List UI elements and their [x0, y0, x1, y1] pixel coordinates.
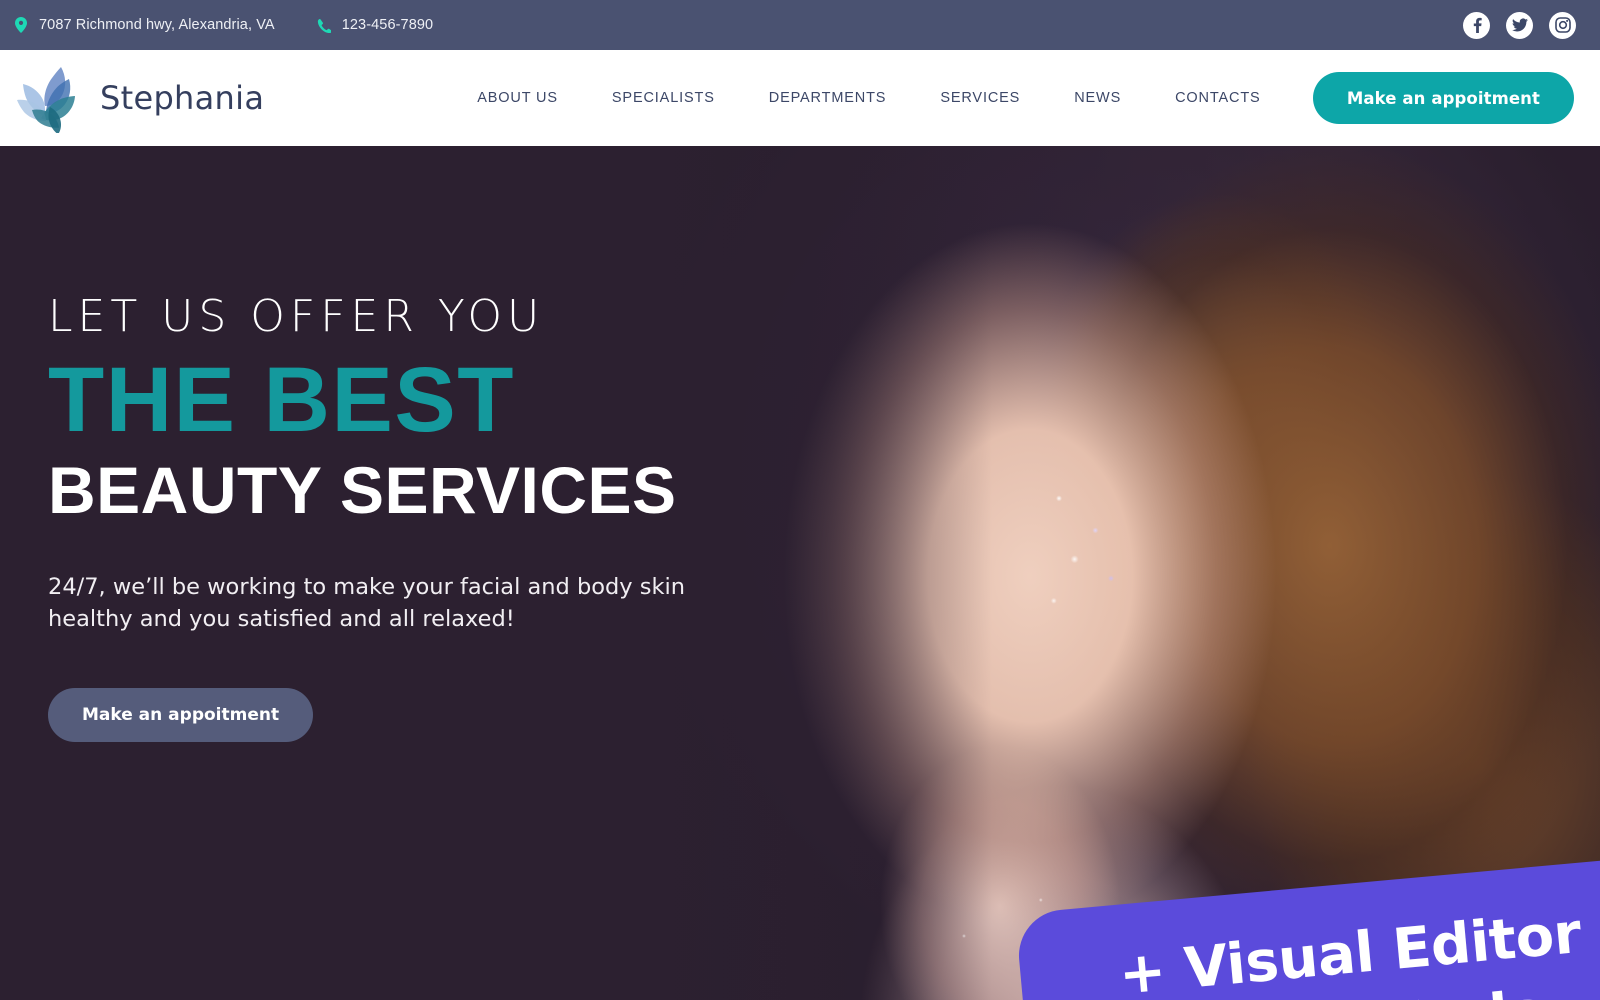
nav-link-departments[interactable]: DEPARTMENTS — [742, 80, 914, 116]
nav-link-about-us[interactable]: ABOUT US — [450, 80, 585, 116]
hero-make-appointment-button[interactable]: Make an appoitment — [48, 687, 314, 742]
phone-text: 123-456-7890 — [341, 17, 434, 33]
instagram-icon[interactable] — [1549, 11, 1576, 39]
phone-item[interactable]: 123-456-7890 — [317, 16, 434, 34]
facebook-icon[interactable] — [1463, 11, 1490, 39]
location-pin-icon — [14, 16, 28, 34]
address-item[interactable]: 7087 Richmond hwy, Alexandria, VA — [14, 16, 275, 34]
phone-icon — [317, 16, 331, 34]
address-text: 7087 Richmond hwy, Alexandria, VA — [39, 17, 275, 33]
twitter-icon[interactable] — [1506, 11, 1533, 39]
main-navigation-bar: Stephania ABOUT US SPECIALISTS DEPARTMEN… — [0, 50, 1600, 146]
brand-logo-link[interactable]: Stephania — [14, 63, 265, 135]
lotus-flower-logo-icon — [14, 63, 86, 135]
page-root: 7087 Richmond hwy, Alexandria, VA 123-45… — [0, 0, 1600, 1000]
social-links — [1463, 11, 1576, 39]
hero-subtitle: 24/7, we’ll be working to make your faci… — [48, 574, 686, 632]
nav-link-contacts[interactable]: CONTACTS — [1148, 80, 1287, 116]
top-contact-bar: 7087 Richmond hwy, Alexandria, VA 123-45… — [0, 0, 1600, 50]
top-contact-group: 7087 Richmond hwy, Alexandria, VA 123-45… — [14, 16, 433, 34]
header-make-appointment-button[interactable]: Make an appoitment — [1312, 72, 1574, 124]
hero-accent-headline: THE BEST — [48, 349, 515, 452]
brand-name: Stephania — [100, 79, 265, 117]
nav-links: ABOUT US SPECIALISTS DEPARTMENTS SERVICE… — [450, 80, 1287, 116]
nav-link-specialists[interactable]: SPECIALISTS — [585, 80, 742, 116]
hero-copy-block: LET US OFFER YOU THE BEST BEAUTY SERVICE… — [48, 291, 808, 742]
nav-link-news[interactable]: NEWS — [1047, 80, 1148, 116]
hero-eyebrow: LET US OFFER YOU — [48, 291, 545, 342]
hero-section: LET US OFFER YOU THE BEST BEAUTY SERVICE… — [0, 146, 1600, 1000]
nav-link-services[interactable]: SERVICES — [913, 80, 1047, 116]
hero-main-headline: BEAUTY SERVICES — [48, 452, 677, 527]
